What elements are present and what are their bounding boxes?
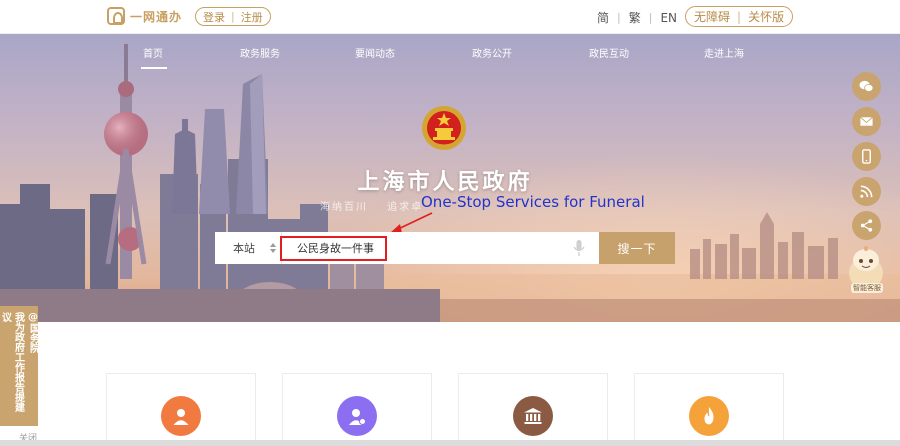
register-link[interactable]: 注册: [241, 9, 263, 25]
mail-button[interactable]: [852, 107, 881, 136]
main-nav: 首页 政务服务 要闻动态 政务公开 政民互动 走进上海: [0, 34, 900, 70]
service-card-government[interactable]: [458, 373, 608, 446]
card-icon-bg: [161, 396, 201, 436]
nav-home[interactable]: 首页: [143, 45, 163, 60]
user-service-icon: [349, 409, 366, 425]
language-switcher: 简 | 繁 | EN: [597, 9, 677, 26]
search-input[interactable]: [287, 232, 567, 264]
feedback-sidebar[interactable]: 我为政府工作报告提建议 @国务院: [0, 306, 39, 426]
wechat-button[interactable]: [852, 72, 881, 101]
login-link[interactable]: 登录: [203, 9, 225, 25]
rss-icon: [860, 185, 873, 198]
auth-links: 登录 | 注册: [195, 7, 271, 26]
accessibility-link[interactable]: 无障碍: [694, 8, 730, 25]
nav-active-indicator: [141, 67, 167, 69]
site-logo[interactable]: 一网通办: [107, 6, 182, 26]
card-icon-bg: [513, 396, 553, 436]
nav-gov-disclosure[interactable]: 政务公开: [472, 45, 512, 60]
taskbar-strip: [0, 440, 900, 446]
search-scope-select[interactable]: 本站: [215, 232, 282, 264]
national-emblem-icon: [422, 106, 466, 150]
government-building-icon: [524, 408, 542, 424]
mail-icon: [860, 116, 873, 126]
share-button[interactable]: [852, 211, 881, 240]
feedback-title: 我为政府工作报告提建议: [0, 312, 24, 412]
share-icon: [860, 219, 873, 232]
mobile-button[interactable]: [852, 142, 881, 171]
robot-assistant-label[interactable]: 智能客服: [851, 283, 883, 293]
service-card-service[interactable]: [282, 373, 432, 446]
logo-icon: [107, 7, 125, 25]
annotation-label: One-Stop Services for Funeral: [421, 193, 645, 211]
hero-banner: 首页 政务服务 要闻动态 政务公开 政民互动 走进上海 上海市人民政府 海纳百川…: [0, 34, 900, 322]
top-bar: 一网通办 登录 | 注册 简 | 繁 | EN 无障碍 | 关怀版: [0, 0, 900, 34]
rss-button[interactable]: [852, 177, 881, 206]
elder-mode-link[interactable]: 关怀版: [748, 8, 784, 25]
divider: |: [617, 11, 621, 24]
feedback-subtitle: @国务院: [27, 312, 39, 353]
lang-english[interactable]: EN: [660, 11, 677, 25]
divider: |: [648, 11, 653, 24]
lang-simplified[interactable]: 简: [597, 9, 609, 26]
mobile-icon: [862, 149, 871, 164]
logo-text: 一网通办: [130, 9, 183, 24]
card-icon-bg: [689, 396, 729, 436]
divider: |: [231, 10, 235, 23]
search-scope-value: 本站: [233, 242, 255, 255]
divider: |: [737, 9, 742, 24]
user-icon: [173, 409, 189, 425]
nav-interaction[interactable]: 政民互动: [589, 45, 629, 60]
accessibility-links: 无障碍 | 关怀版: [685, 6, 794, 27]
slogan-left: 海纳百川: [320, 202, 368, 213]
service-card-user[interactable]: [106, 373, 256, 446]
page: 一网通办 登录 | 注册 简 | 繁 | EN 无障碍 | 关怀版 首页 政务服…: [0, 0, 900, 446]
search-bar: 本站 搜一下: [215, 232, 675, 264]
nav-about-shanghai[interactable]: 走进上海: [704, 45, 744, 60]
updown-arrow-icon: [270, 243, 276, 253]
page-title: 上海市人民政府: [357, 170, 533, 195]
card-icon-bg: [337, 396, 377, 436]
search-button[interactable]: 搜一下: [599, 232, 675, 264]
flame-icon: [704, 407, 714, 425]
wechat-icon: [859, 80, 874, 92]
lang-traditional[interactable]: 繁: [629, 9, 641, 26]
nav-news[interactable]: 要闻动态: [355, 45, 395, 60]
nav-gov-services[interactable]: 政务服务: [240, 45, 280, 60]
service-card-fire[interactable]: [634, 373, 784, 446]
microphone-icon[interactable]: [573, 240, 585, 256]
